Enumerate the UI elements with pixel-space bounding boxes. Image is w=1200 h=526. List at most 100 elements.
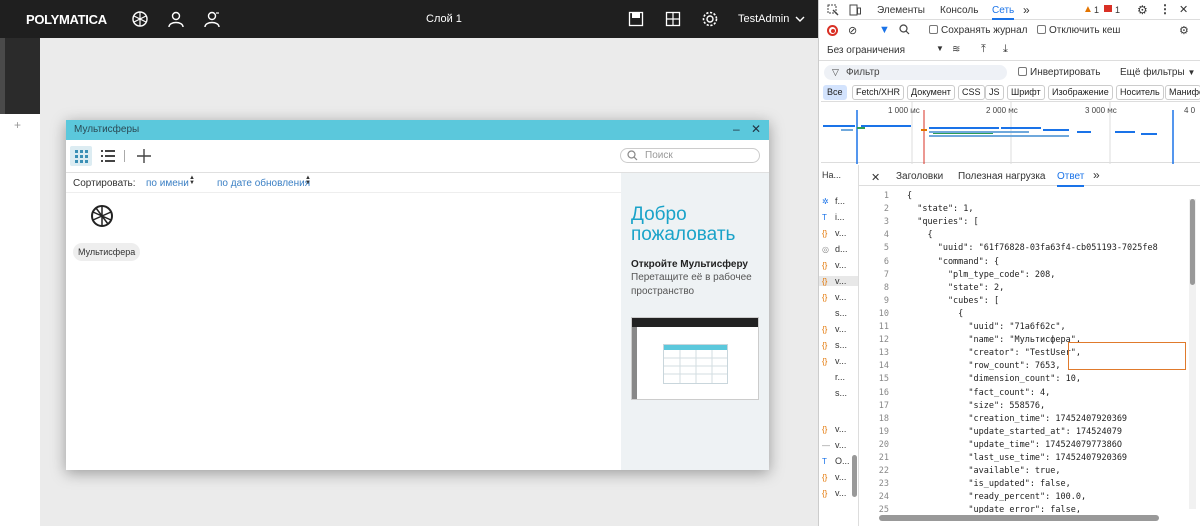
throttle-select[interactable]: Без ограничения bbox=[827, 45, 905, 56]
settings-gear-icon[interactable]: ⚙ bbox=[1137, 3, 1148, 17]
request-item[interactable]: {} v... bbox=[822, 228, 846, 238]
request-item[interactable]: · s... bbox=[822, 308, 847, 318]
request-item[interactable]: T O... bbox=[822, 456, 850, 466]
multisphere-tile-icon[interactable] bbox=[90, 204, 114, 231]
tab-response[interactable]: Ответ bbox=[1057, 171, 1085, 187]
preserve-log-checkbox[interactable]: Сохранять журнал bbox=[929, 25, 1027, 36]
close-icon[interactable]: ✕ bbox=[751, 122, 761, 136]
minimize-icon[interactable]: – bbox=[733, 122, 740, 136]
sort-by-name-link[interactable]: по имени bbox=[146, 178, 189, 189]
search-input[interactable]: Поиск bbox=[620, 148, 760, 163]
device-toolbar-icon[interactable] bbox=[849, 4, 861, 19]
close-icon[interactable]: ✕ bbox=[871, 171, 880, 184]
name-column-header[interactable]: На... bbox=[822, 170, 841, 180]
filter-input[interactable]: ▽ Фильтр bbox=[824, 65, 1007, 80]
type-font[interactable]: Шрифт bbox=[1007, 85, 1045, 100]
list-view-icon[interactable] bbox=[97, 146, 119, 166]
wifi-icon[interactable]: ≋ bbox=[952, 44, 960, 55]
request-item[interactable]: {} v... bbox=[822, 424, 846, 434]
multisphere-icon[interactable] bbox=[130, 9, 150, 29]
more-tabs-icon[interactable]: » bbox=[1023, 3, 1030, 17]
request-item[interactable]: {} s... bbox=[822, 340, 847, 350]
welcome-title: Добро пожаловать bbox=[631, 204, 736, 245]
type-media[interactable]: Носитель bbox=[1116, 85, 1164, 100]
request-item[interactable]: · r... bbox=[822, 372, 845, 382]
add-icon[interactable] bbox=[133, 146, 155, 166]
gear-icon: ✲ bbox=[822, 197, 829, 206]
sort-arrows-icon[interactable]: ▲ ▼ bbox=[305, 175, 311, 186]
response-scrollbar-horizontal[interactable] bbox=[879, 514, 1189, 522]
chevron-down-icon[interactable]: ▼ bbox=[936, 44, 944, 53]
close-icon[interactable]: ✕ bbox=[1179, 3, 1188, 16]
grid-view-icon[interactable] bbox=[70, 146, 92, 166]
download-icon[interactable]: ⤓ bbox=[1003, 43, 1008, 56]
dialog-header[interactable]: Мультисферы – ✕ bbox=[66, 120, 769, 140]
settings-gear-icon[interactable] bbox=[700, 9, 720, 29]
tab-headers[interactable]: Заголовки bbox=[896, 171, 943, 182]
warning-icon[interactable]: ▲ bbox=[1083, 4, 1093, 15]
tab-elements[interactable]: Элементы bbox=[877, 5, 925, 16]
request-item[interactable]: ✲ f... bbox=[822, 196, 845, 206]
xhr-icon: {} bbox=[822, 325, 828, 334]
users-manage-icon[interactable] bbox=[202, 9, 222, 29]
request-item[interactable]: {} v... bbox=[822, 488, 846, 498]
error-count[interactable]: 1 bbox=[1115, 5, 1120, 15]
code-line: "row_count": 7653, bbox=[907, 361, 1061, 372]
code-line: { bbox=[907, 308, 964, 319]
chevron-down-icon[interactable] bbox=[790, 9, 810, 29]
warning-count[interactable]: 1 bbox=[1094, 5, 1099, 15]
type-fetch-xhr[interactable]: Fetch/XHR bbox=[852, 85, 905, 100]
tab-console[interactable]: Консоль bbox=[940, 5, 978, 16]
save-icon[interactable] bbox=[626, 9, 646, 29]
request-item[interactable]: — v... bbox=[822, 440, 846, 450]
dashboard-icon[interactable] bbox=[663, 9, 683, 29]
response-scrollbar-vertical[interactable] bbox=[1189, 199, 1196, 509]
disable-cache-checkbox[interactable]: Отключить кеш bbox=[1037, 25, 1120, 36]
request-item[interactable]: {} v... bbox=[822, 472, 846, 482]
request-item[interactable]: Ti... bbox=[822, 212, 845, 222]
tab-network[interactable]: Сеть bbox=[992, 5, 1015, 20]
current-user[interactable]: TestAdmin bbox=[738, 13, 789, 25]
more-tabs-icon[interactable]: » bbox=[1093, 168, 1100, 182]
sort-arrows-icon[interactable]: ▲ ▼ bbox=[189, 175, 195, 186]
type-manifest[interactable]: Манифест bbox=[1165, 85, 1200, 100]
more-filters-dropdown[interactable]: Ещё фильтры ▼ bbox=[1120, 67, 1195, 78]
request-item[interactable]: {} v... bbox=[822, 324, 846, 334]
multisphere-tile-name[interactable]: Мультисфера bbox=[73, 243, 141, 261]
error-icon[interactable] bbox=[1104, 5, 1112, 12]
clear-icon[interactable]: ⊘ bbox=[848, 24, 857, 37]
type-js[interactable]: JS bbox=[985, 85, 1004, 100]
request-item-selected[interactable]: {} v... bbox=[819, 276, 858, 286]
code-line: "name": "Мультисфера", bbox=[907, 335, 1081, 346]
add-layer-button[interactable]: + bbox=[14, 118, 21, 132]
type-image[interactable]: Изображение bbox=[1048, 85, 1113, 100]
request-item[interactable]: {} v... bbox=[822, 356, 846, 366]
xhr-icon: {} bbox=[822, 229, 828, 238]
filter-funnel-icon[interactable]: ▼ bbox=[879, 24, 890, 36]
type-document[interactable]: Документ bbox=[907, 85, 955, 100]
timeline-waterfall bbox=[823, 102, 1174, 164]
type-all[interactable]: Все bbox=[823, 85, 847, 100]
layer-tab-active[interactable] bbox=[0, 38, 40, 114]
request-item[interactable]: {} v... bbox=[822, 260, 846, 270]
line-number: 14 bbox=[878, 361, 889, 372]
code-line: "creator": "TestUser", bbox=[907, 348, 1081, 359]
user-icon[interactable] bbox=[166, 9, 186, 29]
request-item[interactable]: ◎ d... bbox=[822, 244, 848, 254]
kebab-menu-icon[interactable]: ⋮ bbox=[1159, 2, 1171, 16]
sort-by-date-link[interactable]: по дате обновления bbox=[217, 178, 310, 189]
request-item[interactable]: · s... bbox=[822, 388, 847, 398]
welcome-subtitle: Откройте Мультисферу bbox=[631, 259, 748, 270]
request-item[interactable]: {} v... bbox=[822, 292, 846, 302]
type-css[interactable]: CSS bbox=[958, 85, 985, 100]
request-list-scrollbar[interactable] bbox=[852, 455, 857, 497]
invert-checkbox[interactable]: Инвертировать bbox=[1018, 67, 1100, 78]
record-icon[interactable] bbox=[827, 25, 838, 36]
network-settings-icon[interactable]: ⚙ bbox=[1179, 24, 1189, 37]
network-timeline[interactable]: 1 000 мс 2 000 мс 3 000 мс 4 0 bbox=[821, 101, 1200, 164]
tab-payload[interactable]: Полезная нагрузка bbox=[958, 171, 1046, 182]
search-icon[interactable] bbox=[899, 24, 910, 38]
response-json-viewer[interactable]: 1 {2 "state": 1, 3 "queries": [4 {5 "uuid"… bbox=[859, 187, 1189, 513]
upload-icon[interactable]: ⤒ bbox=[981, 43, 986, 56]
inspect-icon[interactable] bbox=[827, 4, 839, 19]
